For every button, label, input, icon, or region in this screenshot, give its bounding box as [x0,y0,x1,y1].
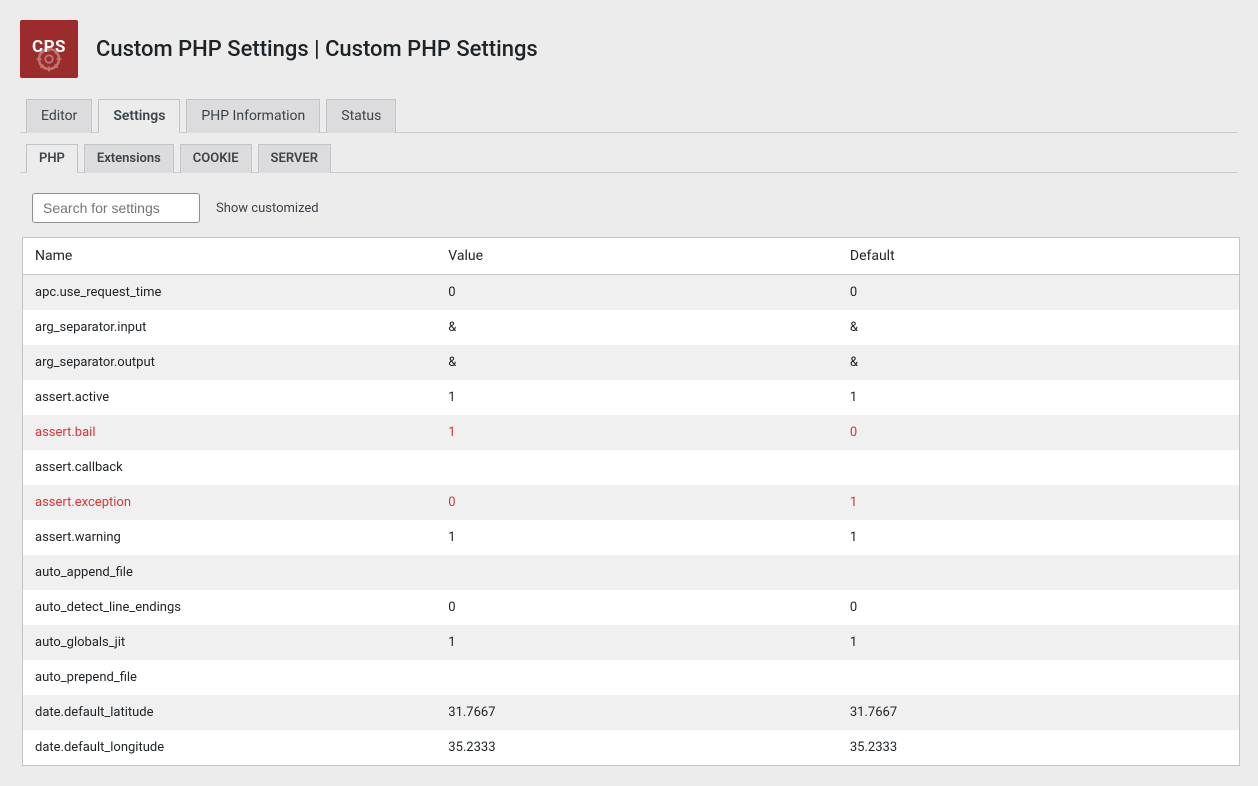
cell-value [436,555,838,590]
cell-default: 35.2333 [838,730,1240,766]
cell-value [436,450,838,485]
table-row[interactable]: auto_globals_jit11 [23,625,1240,660]
cell-name: apc.use_request_time [23,275,437,311]
show-customized-link[interactable]: Show customized [216,201,319,216]
cell-value: 1 [436,415,838,450]
cell-value [436,660,838,695]
cell-default: 0 [838,590,1240,625]
cell-default [838,555,1240,590]
cell-default [838,450,1240,485]
table-header-row: Name Value Default [23,238,1240,275]
gear-icon [34,44,64,74]
subtab-server[interactable]: SERVER [258,144,331,173]
cell-name: assert.warning [23,520,437,555]
cell-default: 0 [838,415,1240,450]
tab-php-information[interactable]: PHP Information [186,99,320,133]
tab-editor[interactable]: Editor [26,99,92,133]
table-row[interactable]: assert.callback [23,450,1240,485]
cell-value: & [436,345,838,380]
cell-value: 35.2333 [436,730,838,766]
cell-default: 1 [838,485,1240,520]
cell-value: 0 [436,485,838,520]
cell-name: auto_append_file [23,555,437,590]
page-title: Custom PHP Settings | Custom PHP Setting… [96,37,538,62]
table-row[interactable]: arg_separator.output&& [23,345,1240,380]
cell-default: 31.7667 [838,695,1240,730]
cell-default: 1 [838,380,1240,415]
subtab-php[interactable]: PHP [26,144,78,173]
table-row[interactable]: assert.bail10 [23,415,1240,450]
cell-value: 1 [436,380,838,415]
cell-name: auto_globals_jit [23,625,437,660]
col-header-name[interactable]: Name [23,238,437,275]
table-row[interactable]: assert.exception01 [23,485,1240,520]
settings-table: Name Value Default apc.use_request_time0… [22,237,1240,766]
cell-name: arg_separator.output [23,345,437,380]
table-row[interactable]: date.default_latitude31.766731.7667 [23,695,1240,730]
col-header-default[interactable]: Default [838,238,1240,275]
cell-name: date.default_longitude [23,730,437,766]
subtab-extensions[interactable]: Extensions [84,144,174,173]
search-input[interactable] [32,193,200,223]
table-row[interactable]: arg_separator.input&& [23,310,1240,345]
cell-value: 1 [436,520,838,555]
tabs-primary: EditorSettingsPHP InformationStatus [20,98,1238,133]
cell-name: auto_detect_line_endings [23,590,437,625]
table-row[interactable]: assert.warning11 [23,520,1240,555]
cell-name: assert.bail [23,415,437,450]
cell-value: 1 [436,625,838,660]
cell-value: 0 [436,275,838,311]
cell-default: & [838,310,1240,345]
table-row[interactable]: date.default_longitude35.233335.2333 [23,730,1240,766]
cell-name: auto_prepend_file [23,660,437,695]
cell-name: assert.active [23,380,437,415]
table-row[interactable]: apc.use_request_time00 [23,275,1240,311]
cell-value: & [436,310,838,345]
cell-default: 0 [838,275,1240,311]
cell-name: arg_separator.input [23,310,437,345]
cell-name: assert.exception [23,485,437,520]
tabs-secondary: PHPExtensionsCOOKIESERVER [20,143,1238,173]
cell-default: 1 [838,625,1240,660]
cell-default: & [838,345,1240,380]
cell-default: 1 [838,520,1240,555]
table-row[interactable]: auto_append_file [23,555,1240,590]
table-row[interactable]: assert.active11 [23,380,1240,415]
cell-default [838,660,1240,695]
col-header-value[interactable]: Value [436,238,838,275]
cell-name: assert.callback [23,450,437,485]
tab-status[interactable]: Status [326,99,396,133]
table-row[interactable]: auto_prepend_file [23,660,1240,695]
tab-settings[interactable]: Settings [98,99,180,133]
table-row[interactable]: auto_detect_line_endings00 [23,590,1240,625]
cell-value: 31.7667 [436,695,838,730]
subtab-cookie[interactable]: COOKIE [180,144,252,173]
app-logo: CPS [20,20,78,78]
cell-value: 0 [436,590,838,625]
cell-name: date.default_latitude [23,695,437,730]
page-header: CPS Custom PHP Settings | Custom PHP Set… [20,20,1238,78]
toolbar: Show customized [32,193,1238,223]
